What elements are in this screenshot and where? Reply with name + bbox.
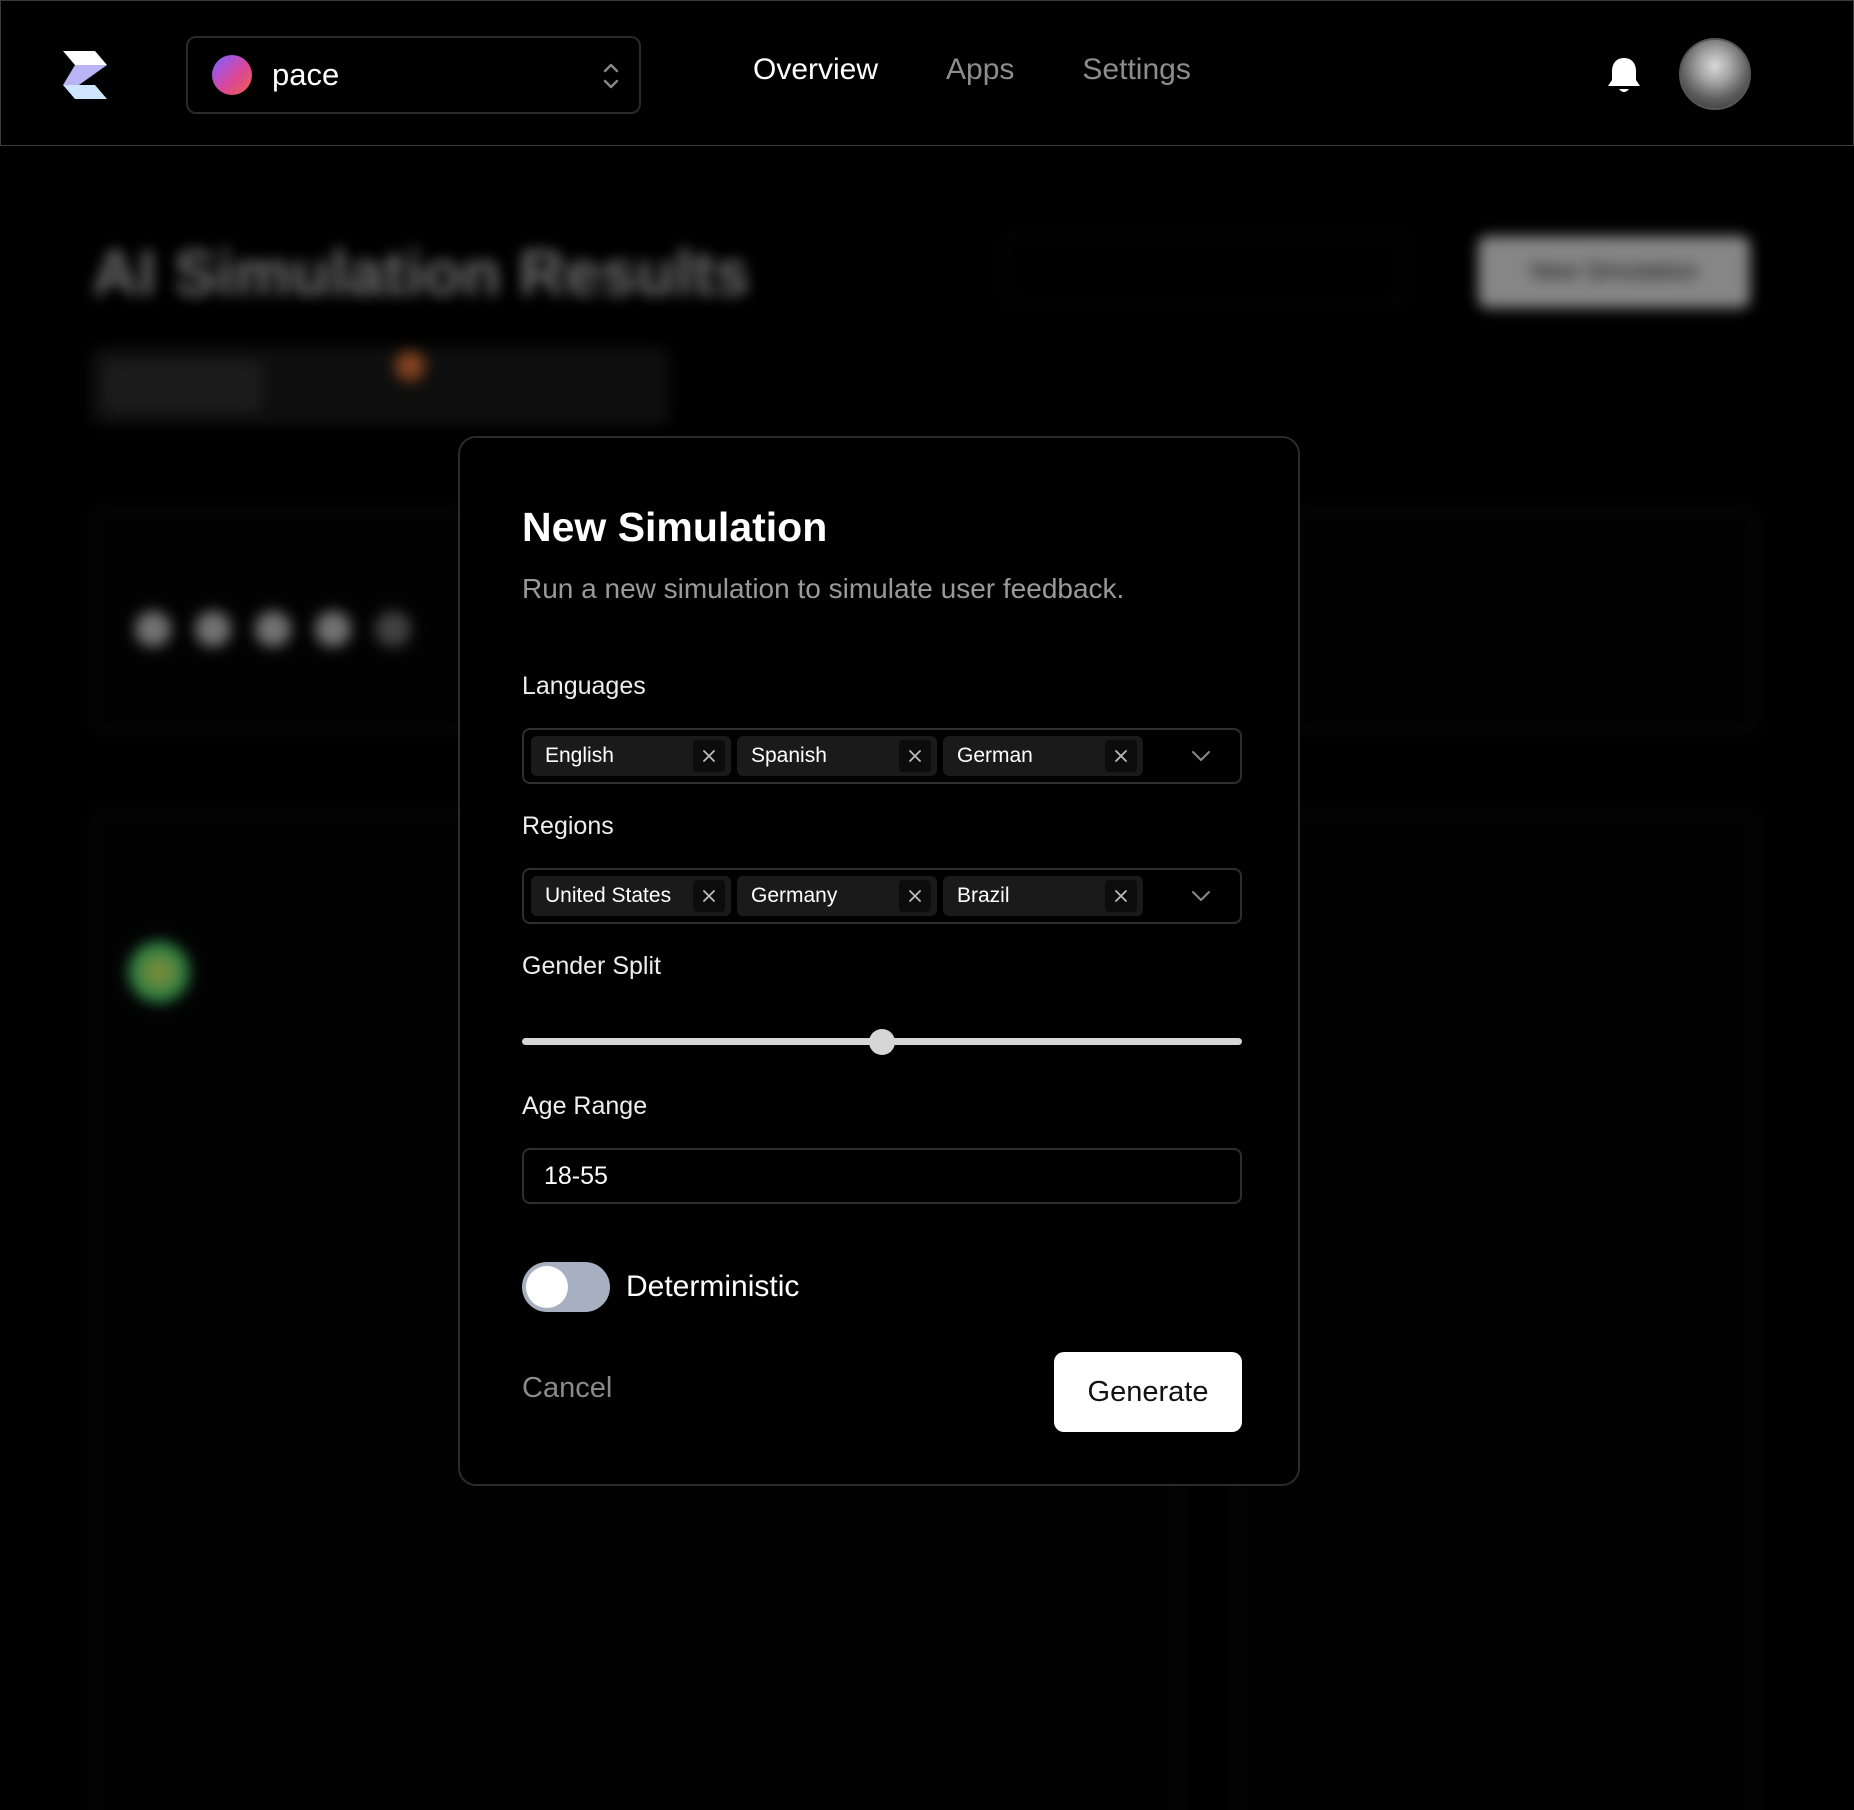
new-simulation-dialog: New Simulation Run a new simulation to s… [458, 436, 1300, 1486]
nav-apps[interactable]: Apps [946, 53, 1014, 87]
close-icon [1115, 890, 1127, 902]
cancel-button[interactable]: Cancel [522, 1372, 612, 1405]
age-range-label: Age Range [522, 1092, 648, 1120]
nav-overview[interactable]: Overview [753, 53, 878, 87]
chip-label: English [545, 744, 614, 767]
nav-settings[interactable]: Settings [1082, 53, 1190, 87]
chip-label: German [957, 744, 1033, 767]
language-chip-spanish: Spanish [737, 736, 937, 776]
dialog-description: Run a new simulation to simulate user fe… [522, 573, 1125, 604]
deterministic-toggle[interactable] [522, 1262, 610, 1312]
remove-brazil-button[interactable] [1105, 880, 1137, 912]
chevron-up-down-icon [603, 63, 619, 89]
top-nav-bar: pace Overview Apps Settings [0, 0, 1854, 146]
remove-german-button[interactable] [1105, 740, 1137, 772]
deterministic-label: Deterministic [626, 1270, 800, 1303]
toggle-knob [526, 1266, 568, 1308]
regions-label: Regions [522, 812, 614, 840]
generate-button[interactable]: Generate [1054, 1352, 1242, 1432]
slider-thumb[interactable] [869, 1029, 895, 1055]
regions-multiselect[interactable]: United States Germany Brazil [522, 868, 1242, 924]
chip-label: Brazil [957, 884, 1010, 907]
chip-label: Spanish [751, 744, 827, 767]
language-chip-english: English [531, 736, 731, 776]
region-chip-united-states: United States [531, 876, 731, 916]
region-chip-brazil: Brazil [943, 876, 1143, 916]
project-avatar [212, 55, 252, 95]
close-icon [1115, 750, 1127, 762]
close-icon [703, 750, 715, 762]
gender-split-label: Gender Split [522, 952, 661, 980]
main-nav: Overview Apps Settings [753, 53, 1191, 87]
remove-spanish-button[interactable] [899, 740, 931, 772]
chip-label: Germany [751, 884, 838, 907]
close-icon [703, 890, 715, 902]
remove-united-states-button[interactable] [693, 880, 725, 912]
language-chip-german: German [943, 736, 1143, 776]
region-chip-germany: Germany [737, 876, 937, 916]
close-icon [909, 750, 921, 762]
user-avatar[interactable] [1679, 38, 1751, 110]
gender-split-slider[interactable] [522, 1028, 1242, 1056]
project-name: pace [272, 57, 340, 92]
chevron-down-icon[interactable] [1190, 886, 1212, 906]
project-switcher[interactable]: pace [186, 36, 641, 114]
languages-label: Languages [522, 672, 646, 700]
close-icon [909, 890, 921, 902]
chevron-down-icon[interactable] [1190, 746, 1212, 766]
remove-germany-button[interactable] [899, 880, 931, 912]
age-range-input[interactable] [522, 1148, 1242, 1204]
remove-english-button[interactable] [693, 740, 725, 772]
languages-multiselect[interactable]: English Spanish German [522, 728, 1242, 784]
dialog-title: New Simulation [522, 504, 828, 550]
chip-label: United States [545, 884, 672, 907]
logo-icon[interactable] [59, 49, 111, 101]
bell-icon[interactable] [1605, 55, 1643, 95]
